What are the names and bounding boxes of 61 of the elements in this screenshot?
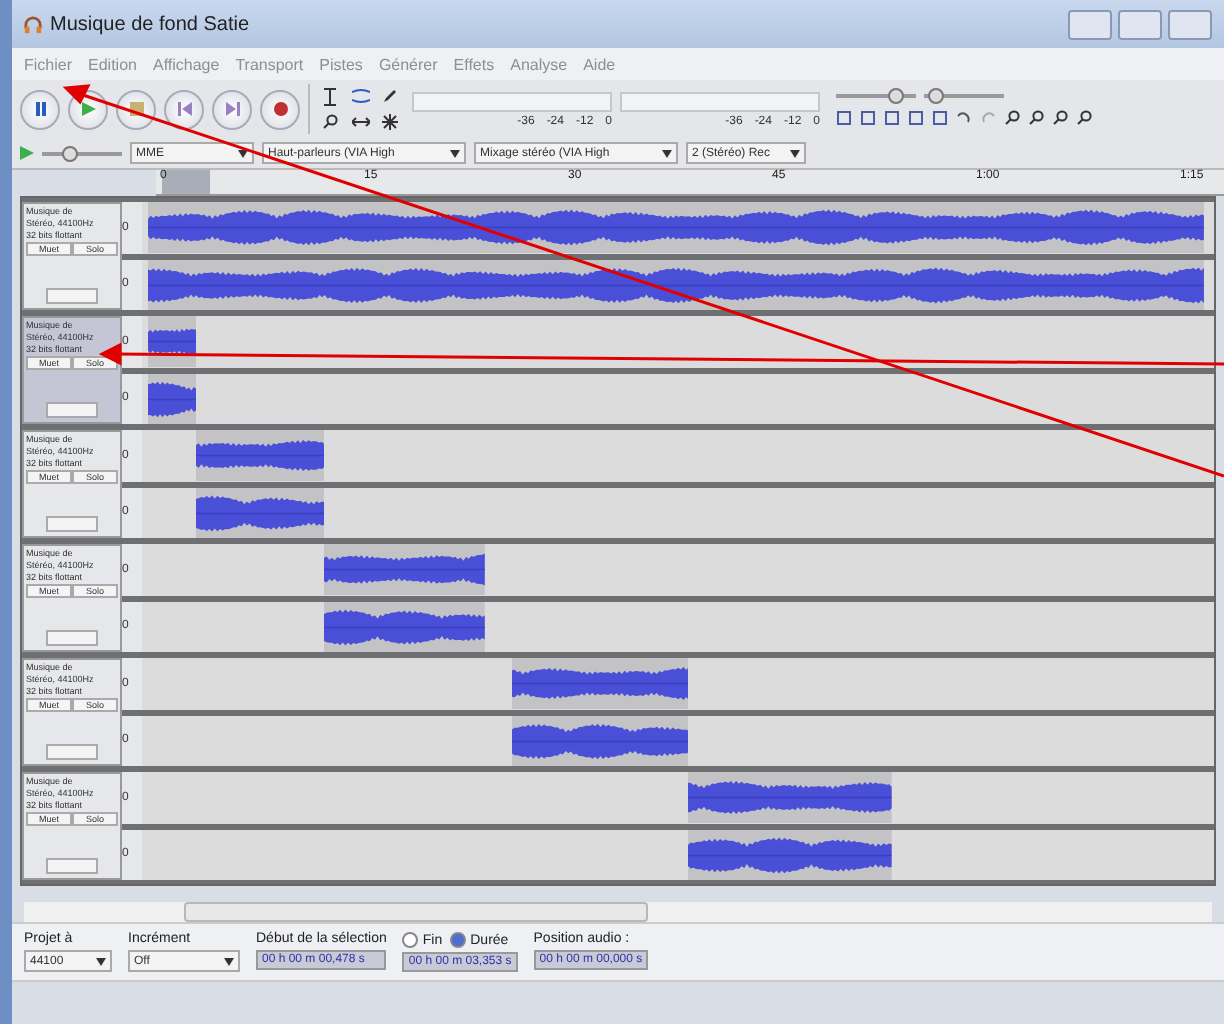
- caret-icon: [662, 149, 672, 157]
- headphones-icon: [24, 15, 42, 33]
- waveform-clip[interactable]: [511, 715, 689, 766]
- double-arrow-icon: [351, 116, 369, 128]
- zoom-icon[interactable]: [1004, 109, 1020, 125]
- close-button[interactable]: [1168, 9, 1212, 39]
- waveform-clip[interactable]: [688, 829, 893, 880]
- caret-icon: [790, 149, 800, 157]
- waveform-clip[interactable]: [324, 601, 485, 652]
- caret-icon: [96, 957, 106, 965]
- waveform-clip[interactable]: [147, 373, 196, 424]
- waveform-clip[interactable]: [511, 658, 689, 709]
- zoom-icon[interactable]: [1052, 109, 1068, 125]
- audio-lane[interactable]: [142, 772, 1214, 823]
- envelope-icon: [351, 88, 369, 104]
- pause-icon: [33, 102, 47, 116]
- audio-lane[interactable]: [142, 715, 1214, 766]
- waveform-clip[interactable]: [324, 544, 485, 595]
- caret-icon: [450, 149, 460, 157]
- window-title: Musique de fond Satie: [50, 13, 250, 35]
- skip-end-button[interactable]: [212, 89, 252, 129]
- slider-thumb[interactable]: [888, 87, 904, 103]
- envelope-tool-button[interactable]: [346, 84, 374, 108]
- radio-button[interactable]: [402, 932, 419, 948]
- audio-lane[interactable]: [142, 658, 1214, 709]
- audio-lane[interactable]: [142, 601, 1214, 652]
- maximize-button[interactable]: [1118, 9, 1162, 39]
- pause-button[interactable]: [20, 89, 60, 129]
- stop-button[interactable]: [116, 89, 156, 129]
- audio-lane[interactable]: [142, 829, 1214, 880]
- multi-tool-button[interactable]: [376, 110, 404, 134]
- waveform-clip[interactable]: [195, 487, 325, 538]
- magnifier-icon: [322, 114, 338, 130]
- audio-lane[interactable]: [142, 544, 1214, 595]
- undo-icon[interactable]: [956, 109, 972, 125]
- waveform-clip[interactable]: [688, 772, 893, 823]
- skip-start-icon: [177, 102, 191, 116]
- audio-lane[interactable]: [142, 430, 1214, 481]
- skip-start-button[interactable]: [164, 89, 204, 129]
- slider-thumb[interactable]: [928, 87, 944, 103]
- play-icon: [81, 102, 95, 116]
- zoom-icon[interactable]: [1028, 109, 1044, 125]
- caret-icon: [238, 149, 248, 157]
- pencil-icon: [382, 88, 398, 104]
- record-icon: [273, 102, 287, 116]
- slider-thumb[interactable]: [62, 145, 78, 161]
- i-beam-icon: [324, 87, 336, 105]
- record-button[interactable]: [260, 89, 300, 129]
- audio-lane[interactable]: [142, 373, 1214, 424]
- horizontal-scrollbar[interactable]: [24, 902, 1212, 922]
- play-icon[interactable]: [20, 146, 34, 160]
- zoom-icon[interactable]: [1076, 109, 1092, 125]
- waveform-clip[interactable]: [147, 316, 196, 367]
- audio-lane[interactable]: [142, 487, 1214, 538]
- caret-icon: [224, 957, 234, 965]
- skip-end-icon: [225, 102, 239, 116]
- asterisk-icon: [382, 114, 398, 130]
- audio-lane[interactable]: [142, 316, 1214, 367]
- waveform-clip[interactable]: [195, 430, 325, 481]
- radio-button[interactable]: [450, 932, 467, 948]
- minimize-button[interactable]: [1068, 9, 1112, 39]
